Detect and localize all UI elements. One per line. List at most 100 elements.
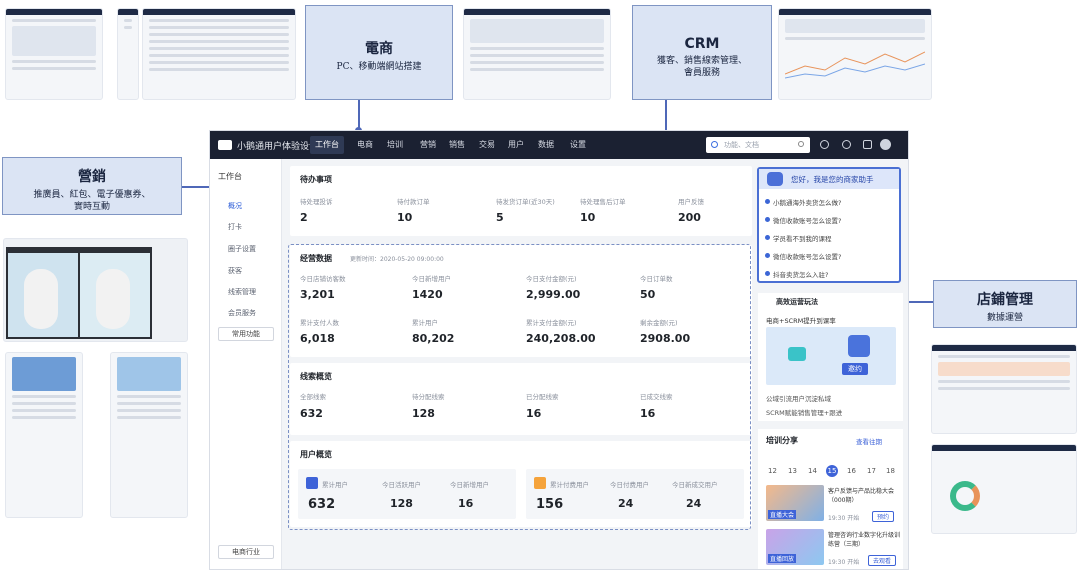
invite-user-icon [848,335,870,357]
callout-ecommerce-subtitle: PC、移動端網站搭建 [336,62,422,72]
training-panel: 培训分享 查看往期 12 13 14 15 16 17 18 直播大会 客户反馈… [758,429,903,569]
sidebar-item-overview[interactable]: 概况 [228,201,242,211]
thumbnail-crm [778,8,932,100]
sidebar-item-member[interactable]: 会员服务 [228,308,256,318]
sidebar-header: 工作台 [218,172,242,181]
nav-sales[interactable]: 销售 [444,136,470,154]
watch-button[interactable]: 去观看 [868,555,897,566]
reserve-button[interactable]: 预约 [872,511,895,522]
training-item-time: 19:30 开始 [828,515,860,522]
training-item-title[interactable]: 客户反馈与产品比稳大会（000期） [828,487,900,505]
top-navigation-bar: 小鹅通用户体验设计 工作台 电商 培训 营销 销售 交易 用户 数据 设置 功能… [210,131,908,159]
app-logo-icon [218,140,232,150]
todo-label: 用户反馈 [678,198,704,206]
todo-label: 待付款订单 [397,198,430,206]
calendar-icon[interactable] [863,140,872,149]
industry-selector[interactable]: 电商行业 [218,545,274,559]
date-item[interactable]: 14 [808,467,817,475]
thumbnail-store-1 [931,344,1077,434]
assistant-title: 您好，我是您的商家助手 [791,175,874,184]
assistant-question[interactable]: 微信收款账号怎么设置? [773,251,841,261]
nav-users[interactable]: 用户 [503,136,529,154]
thumbnail-admin-1 [5,8,103,100]
todo-value[interactable]: 10 [397,211,412,224]
search-input[interactable]: 功能、文档 [706,137,810,153]
avatar[interactable] [880,139,891,150]
bell-icon[interactable] [842,140,851,149]
training-item-time: 19:30 开始 [828,559,860,566]
promo-link[interactable]: 公域引流用户沉淀私域 [766,393,831,403]
assistant-question[interactable]: 小鹅通海外卖货怎么做? [773,197,841,207]
callout-marketing-subtitle-1: 推廣員、紅包、電子優惠券、 [33,190,151,200]
training-tag: 直播回放 [768,554,797,563]
nav-workbench[interactable]: 工作台 [310,136,344,154]
brand-icon [711,141,718,148]
merchant-assistant-panel: 您好，我是您的商家助手 小鹅通海外卖货怎么做? 微信收款账号怎么设置? 学员看不… [757,167,901,283]
todo-value[interactable]: 10 [580,211,595,224]
nav-trade[interactable]: 交易 [474,136,500,154]
callout-crm-subtitle-1: 獲客、銷售線索管理、 [656,56,747,66]
callout-store-subtitle: 數據運營 [986,313,1023,323]
assistant-question[interactable]: 抖音卖货怎么入驻? [773,269,828,279]
training-title: 培训分享 [766,436,798,445]
training-thumb[interactable]: 直播回放 [766,529,824,565]
thumbnail-admin-3 [142,8,296,100]
promo-subtitle[interactable]: 电商+SCRM提升到课率 [766,315,836,325]
line-chart-thumb [784,51,926,79]
callout-marketing: 營銷 推廣員、紅包、電子優惠券、 實時互動 [2,157,182,215]
promo-banner[interactable]: 邀约 [766,327,896,385]
invite-badge: 邀约 [842,363,868,375]
sidebar-item-acquire[interactable]: 获客 [228,266,242,276]
date-item-selected[interactable]: 15 [826,465,838,477]
callout-store: 店鋪管理 數據運營 [933,280,1077,328]
callout-crm: CRM 獲客、銷售線索管理、 會員服務 [632,5,772,100]
search-placeholder: 功能、文档 [724,141,759,149]
search-icon[interactable] [798,141,804,147]
bullet-icon [765,253,770,258]
training-thumb[interactable]: 直播大会 [766,485,824,521]
sidebar-item-circle[interactable]: 圈子设置 [228,244,256,254]
nav-training[interactable]: 培训 [382,136,408,154]
promo-link[interactable]: SCRM赋能销售管理+跟进 [766,407,842,417]
todo-label: 待处理投诉 [300,198,333,206]
thumbnail-mobile-1 [5,352,83,518]
nav-ecommerce[interactable]: 电商 [352,136,378,154]
date-item[interactable]: 17 [867,467,876,475]
thumbnail-admin-2 [117,8,139,100]
bullet-icon [765,199,770,204]
assistant-question[interactable]: 学员看不到我的课程 [773,233,832,243]
nav-marketing[interactable]: 营销 [415,136,441,154]
bullet-icon [765,235,770,240]
todo-value[interactable]: 200 [678,211,701,224]
todo-value[interactable]: 5 [496,211,504,224]
date-item[interactable]: 16 [847,467,856,475]
sidebar-item-leads[interactable]: 线索管理 [228,287,256,297]
training-more-link[interactable]: 查看往期 [856,436,882,446]
assistant-question[interactable]: 微信收款账号怎么设置? [773,215,841,225]
help-icon[interactable] [820,140,829,149]
training-item-title[interactable]: 管理咨询行业数字化升级训练营（三期） [828,531,900,549]
todo-panel: 待办事项 待处理投诉 2 待付款订单 10 待发货订单(近30天) 5 待处理售… [290,166,752,236]
nav-data[interactable]: 数据 [533,136,559,154]
callout-ecommerce-title: 電商 [365,41,393,57]
callout-crm-subtitle-2: 會員服務 [683,68,720,78]
callout-store-title: 店鋪管理 [977,292,1033,308]
todo-title: 待办事项 [300,175,332,184]
todo-label: 待处理售后订单 [580,198,626,206]
callout-marketing-subtitle-2: 實時互動 [73,202,110,212]
assistant-header[interactable]: 您好，我是您的商家助手 [759,169,899,189]
nav-settings[interactable]: 设置 [565,136,591,154]
common-functions-button[interactable]: 常用功能 [218,327,274,341]
todo-label: 待发货订单(近30天) [496,198,555,206]
video-icon [788,347,806,361]
thumbnail-mobile-2 [110,352,188,518]
date-item[interactable]: 13 [788,467,797,475]
todo-value[interactable]: 2 [300,211,308,224]
promo-title: 高效运营玩法 [776,298,818,306]
date-item[interactable]: 18 [886,467,895,475]
date-item[interactable]: 12 [768,467,777,475]
thumbnail-live-video [3,238,188,342]
bullet-icon [765,217,770,222]
robot-icon [767,172,783,186]
sidebar-item-checkin[interactable]: 打卡 [228,222,242,232]
